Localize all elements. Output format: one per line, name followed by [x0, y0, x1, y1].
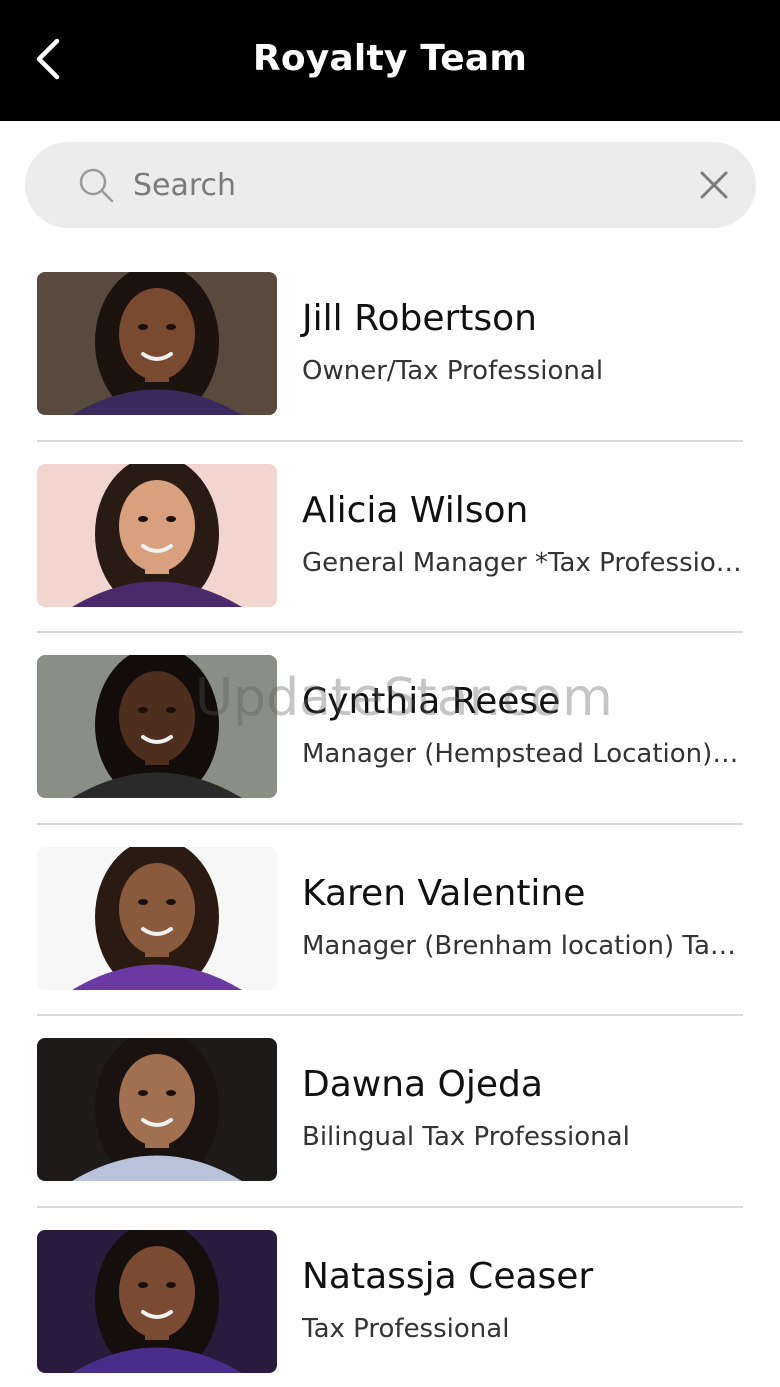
member-name: Alicia Wilson: [302, 489, 529, 531]
team-member-row[interactable]: Cynthia Reese Manager (Hempstead Location…: [0, 633, 780, 825]
team-member-row[interactable]: Natassja Ceaser Tax Professional: [0, 1208, 780, 1387]
page-title: Royalty Team: [252, 38, 528, 79]
team-member-row[interactable]: Karen Valentine Manager (Brenham location…: [0, 825, 780, 1016]
member-name: Natassja Ceaser: [302, 1255, 594, 1297]
portrait-image: [37, 1229, 277, 1373]
portrait-image: [37, 463, 277, 607]
search-input[interactable]: [133, 164, 693, 206]
search-bar: [25, 142, 756, 228]
member-photo: [37, 1229, 277, 1373]
close-icon: [700, 171, 728, 199]
member-role: General Manager *Tax Professional: [302, 547, 744, 578]
portrait-image: [37, 272, 277, 415]
team-member-row[interactable]: Alicia Wilson General Manager *Tax Profes…: [0, 442, 780, 633]
member-role: Bilingual Tax Professional: [302, 1122, 630, 1152]
portrait-image: [37, 846, 277, 990]
member-name: Cynthia Reese: [302, 681, 561, 722]
team-list: Jill Robertson Owner/Tax Professional Alic…: [0, 250, 780, 1387]
search-icon: [79, 168, 114, 203]
member-role: Owner/Tax Professional: [302, 356, 604, 386]
member-photo: [37, 1038, 277, 1181]
member-name: Jill Robertson: [302, 298, 538, 339]
member-role: Manager (Brenham location) Tax Professio…: [302, 930, 744, 961]
member-role: Manager (Hempstead Location) Tax Profess…: [302, 739, 744, 769]
clear-search-button[interactable]: [695, 166, 733, 204]
member-name: Dawna Ojeda: [302, 1064, 543, 1105]
team-member-row[interactable]: Jill Robertson Owner/Tax Professional: [0, 250, 780, 442]
member-photo: [37, 272, 277, 415]
member-photo: [37, 655, 277, 798]
portrait-image: [37, 655, 277, 798]
member-name: Karen Valentine: [302, 872, 586, 914]
member-role: Tax Professional: [302, 1313, 510, 1344]
member-photo: [37, 463, 277, 607]
team-member-row[interactable]: Dawna Ojeda Bilingual Tax Professional: [0, 1016, 780, 1208]
portrait-image: [37, 1038, 277, 1181]
member-photo: [37, 846, 277, 990]
app-header: Royalty Team: [0, 0, 780, 121]
